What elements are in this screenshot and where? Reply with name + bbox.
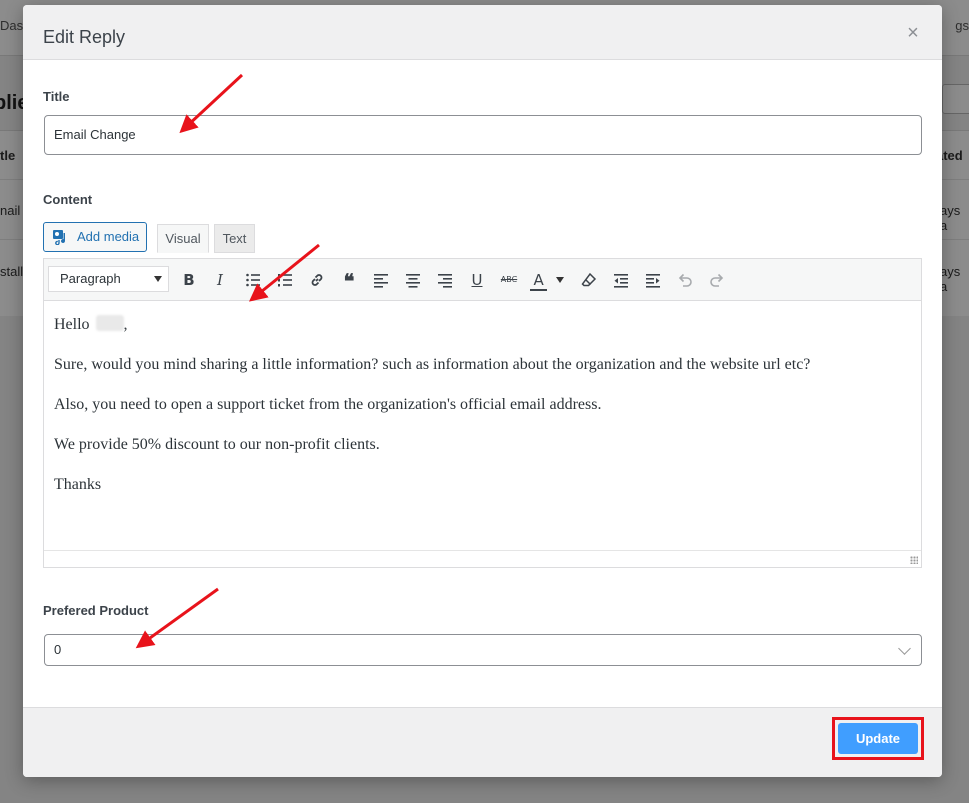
content-paragraph: Also, you need to open a support ticket … [54,396,602,413]
title-input[interactable]: Email Change [44,115,922,155]
caret-down-icon [154,276,162,282]
bulleted-list-icon[interactable] [241,268,265,292]
update-button[interactable]: Update [838,723,918,754]
strikethrough-icon[interactable]: ABC [497,268,521,292]
redo-icon[interactable] [705,268,729,292]
product-select-value: 0 [54,642,62,657]
content-paragraph: We provide 50% discount to our non-profi… [54,436,380,453]
content-paragraph: Hello, [54,314,911,336]
resize-handle-icon[interactable] [910,556,918,564]
indent-icon[interactable] [641,268,665,292]
close-icon[interactable]: × [904,23,922,43]
rich-text-editor: Paragraph B I ❝ U ABC A Hello , Sure, wo… [43,258,922,568]
add-media-button[interactable]: Add media [43,222,147,252]
redacted-name [95,315,124,331]
italic-icon[interactable]: I [208,268,232,292]
undo-icon[interactable] [673,268,697,292]
numbered-list-icon[interactable] [273,268,297,292]
text-color-icon[interactable]: A [529,268,565,292]
greeting-text: Hello [54,316,90,333]
editor-content[interactable]: Hello, Sure, would you mind sharing a li… [44,302,921,552]
content-paragraph: Sure, would you mind sharing a little in… [54,356,811,373]
modal-footer: Update [23,707,942,777]
product-label: Prefered Product [43,603,149,618]
outdent-icon[interactable] [609,268,633,292]
content-paragraph: Thanks [54,476,102,493]
format-select[interactable]: Paragraph [48,266,169,292]
align-left-icon[interactable] [369,268,393,292]
tab-text[interactable]: Text [214,224,255,253]
add-media-label: Add media [77,229,140,244]
product-select[interactable]: 0 [44,634,922,666]
editor-status-bar [44,550,921,567]
modal-header: Edit Reply × [23,5,942,60]
modal-title: Edit Reply [43,27,126,47]
chevron-down-icon [898,642,911,655]
align-right-icon[interactable] [433,268,457,292]
link-icon[interactable] [305,268,329,292]
edit-reply-modal: Edit Reply × Title Email Change Content … [23,5,942,777]
blockquote-icon[interactable]: ❝ [337,268,361,293]
content-label: Content [43,192,93,207]
media-icon [53,230,66,245]
underline-icon[interactable]: U [465,268,489,292]
editor-toolbar: Paragraph B I ❝ U ABC A [44,259,921,301]
align-center-icon[interactable] [401,268,425,292]
greeting-suffix: , [123,316,128,333]
clear-formatting-icon[interactable] [577,268,601,292]
bold-icon[interactable]: B [177,268,201,292]
title-label: Title [43,89,70,104]
format-select-value: Paragraph [60,271,121,286]
tab-visual[interactable]: Visual [157,224,209,253]
